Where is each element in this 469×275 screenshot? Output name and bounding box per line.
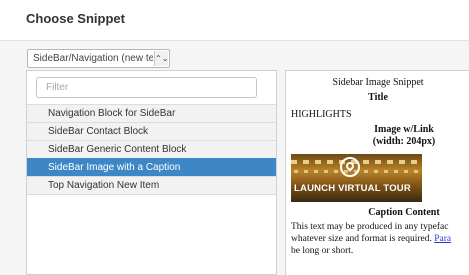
preview-image-size: (width: 204px) (372, 136, 436, 147)
snippet-preview: Sidebar Image Snippet Title HIGHLIGHTS I… (285, 70, 469, 275)
filter-input[interactable] (36, 77, 257, 98)
snippet-list: Navigation Block for SideBar SideBar Con… (27, 104, 276, 195)
preview-title: Title (368, 92, 388, 103)
location-pin-icon (340, 157, 360, 177)
preview-paragraph-line3: be long or short. (291, 246, 354, 256)
snippet-list-panel: Navigation Block for SideBar SideBar Con… (26, 70, 277, 275)
preview-paragraph-line2: whatever size and format is required. Pa… (291, 234, 469, 244)
preview-image-label: Image w/Link (374, 124, 434, 135)
preview-highlights: HIGHLIGHTS (291, 109, 352, 120)
snippet-category-value: SideBar/Navigation (new temp (33, 53, 153, 64)
snippet-item-generic-content[interactable]: SideBar Generic Content Block (27, 140, 276, 158)
snippet-item-image-caption[interactable]: SideBar Image with a Caption (27, 158, 276, 176)
preview-paragraph-text: whatever size and format is required. (291, 234, 435, 244)
dialog-header: Choose Snippet (0, 0, 469, 41)
dialog-title: Choose Snippet (26, 11, 125, 26)
snippet-item-navigation-block[interactable]: Navigation Block for SideBar (27, 104, 276, 122)
snippet-category-select[interactable]: SideBar/Navigation (new temp ⌃⌄ (27, 49, 170, 68)
preview-paragraph-link[interactable]: Para (434, 234, 451, 244)
preview-image[interactable]: LAUNCH VIRTUAL TOUR (291, 154, 422, 202)
launch-tour-text: LAUNCH VIRTUAL TOUR (294, 183, 411, 194)
preview-paragraph-line1: This text may be produced in any typefac (291, 222, 449, 232)
snippet-item-top-navigation[interactable]: Top Navigation New Item (27, 176, 276, 195)
preview-heading: Sidebar Image Snippet (332, 77, 424, 88)
select-arrows-icon[interactable]: ⌃⌄ (154, 51, 168, 66)
snippet-item-contact-block[interactable]: SideBar Contact Block (27, 122, 276, 140)
preview-caption: Caption Content (368, 207, 440, 218)
